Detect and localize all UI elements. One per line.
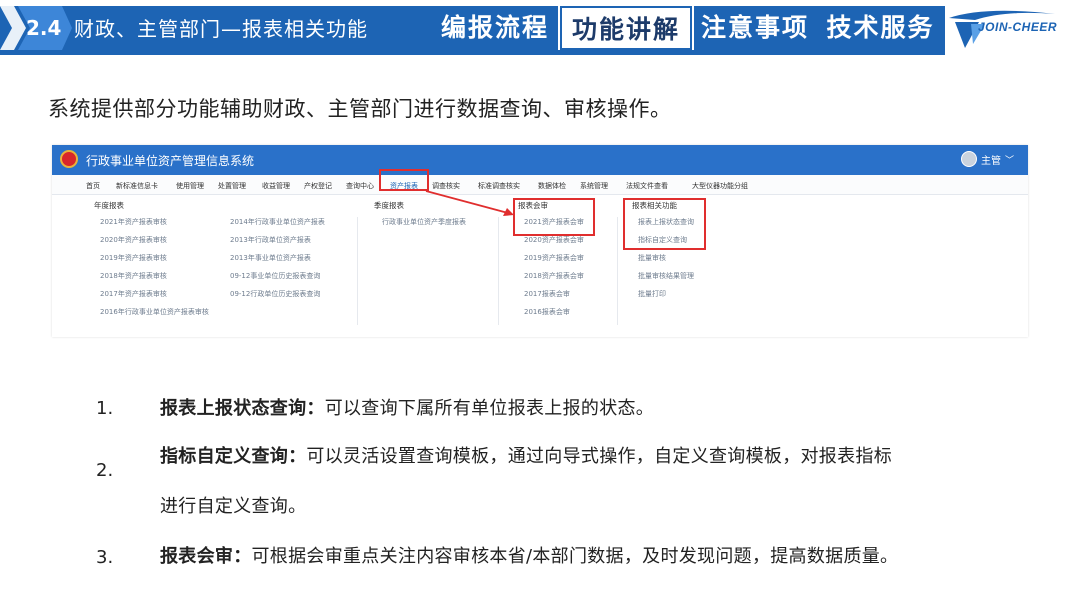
company-logo: JOIN-CHEER [945,4,1080,54]
slide-header: 2.4 财政、主管部门—报表相关功能 编报流程 功能讲解 注意事项 技术服务 J… [0,0,1080,62]
list-term-2: 指标自定义查询： [160,446,307,467]
list-number-1: 1. [96,398,114,419]
highlight-arrow-icon [425,190,514,216]
tab-notes[interactable]: 注意事项 [694,6,816,50]
list-desc-2: 可以灵活设置查询模板，通过向导式操作，自定义查询模板，对报表指标 [306,446,893,467]
header-underline [0,50,945,55]
list-term-1: 报表上报状态查询： [160,398,325,419]
tab-features[interactable]: 功能讲解 [560,6,692,50]
list-desc-3: 可根据会审重点关注内容审核本省/本部门数据，及时发现问题，提高数据质量。 [251,546,899,567]
list-item-2: 指标自定义查询：可以灵活设置查询模板，通过向导式操作，自定义查询模板，对报表指标 [160,434,892,480]
tab-workflow[interactable]: 编报流程 [432,6,558,50]
system-screenshot: 行政事业单位资产管理信息系统 主管 ﹀ 首页 新标准信息卡 使用管理 处置管理 … [52,145,1028,337]
list-desc-1: 可以查询下属所有单位报表上报的状态。 [324,398,655,419]
section-number-badge: 2.4 [0,6,72,50]
list-item-1: 报表上报状态查询：可以查询下属所有单位报表上报的状态。 [160,386,654,432]
section-title: 财政、主管部门—报表相关功能 [74,17,368,41]
list-number-3: 3. [96,547,114,568]
list-item-2-continued: 进行自定义查询。 [160,496,307,517]
tab-tech-service[interactable]: 技术服务 [816,6,945,50]
intro-text: 系统提供部分功能辅助财政、主管部门进行数据查询、审核操作。 [48,97,672,121]
list-term-3: 报表会审： [160,546,252,567]
list-item-3: 报表会审：可根据会审重点关注内容审核本省/本部门数据，及时发现问题，提高数据质量… [160,534,898,580]
logo-text: JOIN-CHEER [978,20,1058,34]
section-number: 2.4 [26,16,62,40]
list-number-2: 2. [96,460,114,481]
